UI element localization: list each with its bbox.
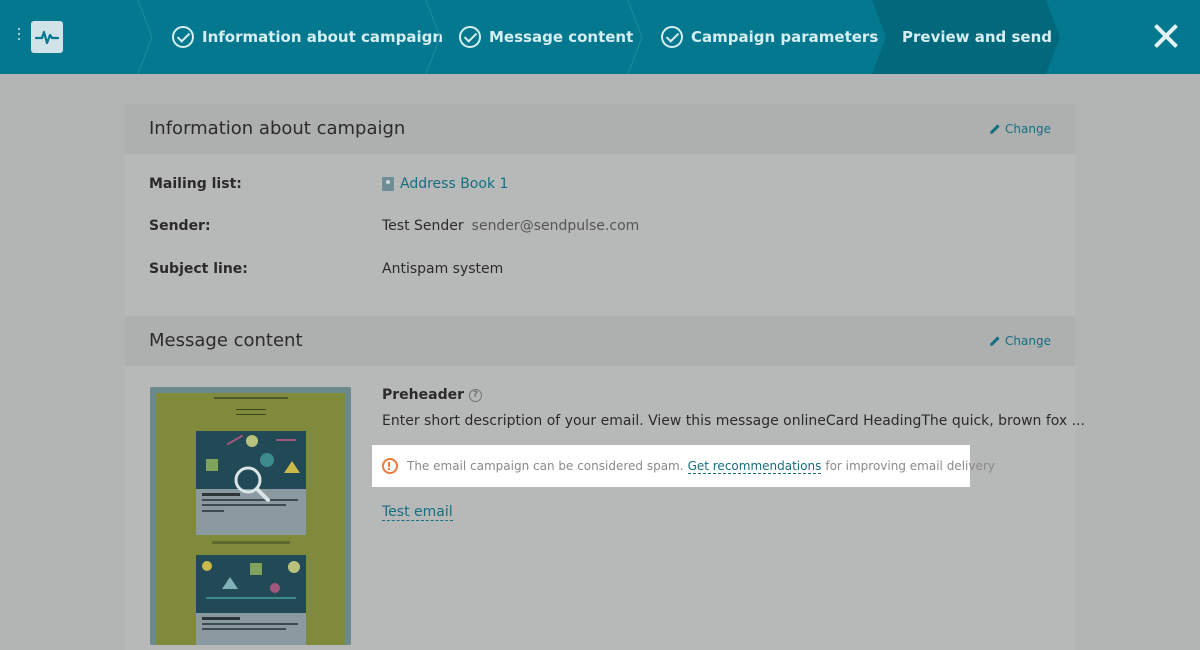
spam-warning-box: The email campaign can be considered spa… [372, 445, 995, 487]
sender-value: Test Sender sender@sendpulse.com [382, 218, 639, 234]
thumbnail-divider [212, 541, 290, 544]
campaign-summary-panel: Information about campaign Change Mailin… [125, 104, 1085, 650]
top-bar: Information about campaign Message conte… [0, 0, 1200, 74]
check-circle-icon [459, 26, 481, 48]
step-label: Information about campaign [202, 28, 444, 46]
preheader-title-text: Preheader [382, 387, 464, 403]
mailing-list-label: Mailing list: [149, 176, 242, 192]
step-label: Preview and send [902, 28, 1053, 46]
sender-label: Sender: [149, 218, 211, 234]
close-icon[interactable] [1152, 22, 1180, 50]
preheader-text: Enter short description of your email. V… [382, 413, 1085, 429]
step-separator [138, 0, 152, 74]
mailing-list-link[interactable]: Address Book 1 [382, 176, 508, 192]
subject-value: Antispam system [382, 261, 504, 277]
zoom-icon[interactable] [232, 464, 272, 504]
thumbnail-card-text [196, 613, 306, 637]
preheader-label: Preheader ? [382, 387, 482, 403]
sender-name: Test Sender [382, 218, 464, 234]
pencil-icon [990, 336, 1000, 346]
info-change-link[interactable]: Change [989, 122, 1051, 136]
get-recommendations-link[interactable]: Get recommendations [687, 459, 822, 474]
section-title: Message content [149, 330, 303, 351]
change-label: Change [1005, 334, 1051, 348]
check-circle-icon [172, 26, 194, 48]
step-label: Message content [489, 28, 634, 46]
message-change-link[interactable]: Change [989, 334, 1051, 348]
thumbnail-card-heading [202, 617, 240, 620]
test-email-link[interactable]: Test email [382, 504, 453, 521]
menu-dots-icon[interactable] [16, 28, 22, 46]
step-message-content[interactable]: Message content [459, 0, 633, 74]
mailing-list-value: Address Book 1 [400, 176, 509, 192]
section-title: Information about campaign [149, 118, 406, 139]
change-label: Change [1005, 122, 1051, 136]
warning-icon [382, 458, 398, 474]
step-label: Campaign parameters [691, 28, 879, 46]
spam-warning-text: The email campaign can be considered spa… [407, 459, 684, 473]
sender-email: sender@sendpulse.com [471, 218, 640, 234]
spam-warning-suffix: for improving email delivery [825, 459, 995, 473]
thumbnail-card-art [196, 555, 306, 613]
address-book-icon [382, 177, 394, 191]
pencil-icon [990, 124, 1000, 134]
step-separator [426, 0, 440, 74]
thumbnail-header-line [214, 397, 288, 399]
help-icon[interactable]: ? [469, 388, 482, 402]
pulse-logo-icon[interactable] [31, 21, 63, 53]
step-preview-and-send[interactable]: Preview and send [902, 0, 1052, 74]
info-section-header: Information about campaign Change [125, 104, 1075, 154]
thumbnail-canvas [156, 393, 345, 645]
step-separator [628, 0, 642, 74]
thumbnail-card [196, 555, 306, 645]
check-circle-icon [661, 26, 683, 48]
subject-label: Subject line: [149, 261, 248, 277]
step-campaign-parameters[interactable]: Campaign parameters [661, 0, 878, 74]
message-section-header: Message content Change [125, 316, 1075, 366]
thumbnail-logo [236, 409, 266, 415]
step-information[interactable]: Information about campaign [172, 0, 443, 74]
email-preview-thumbnail[interactable] [150, 387, 351, 645]
